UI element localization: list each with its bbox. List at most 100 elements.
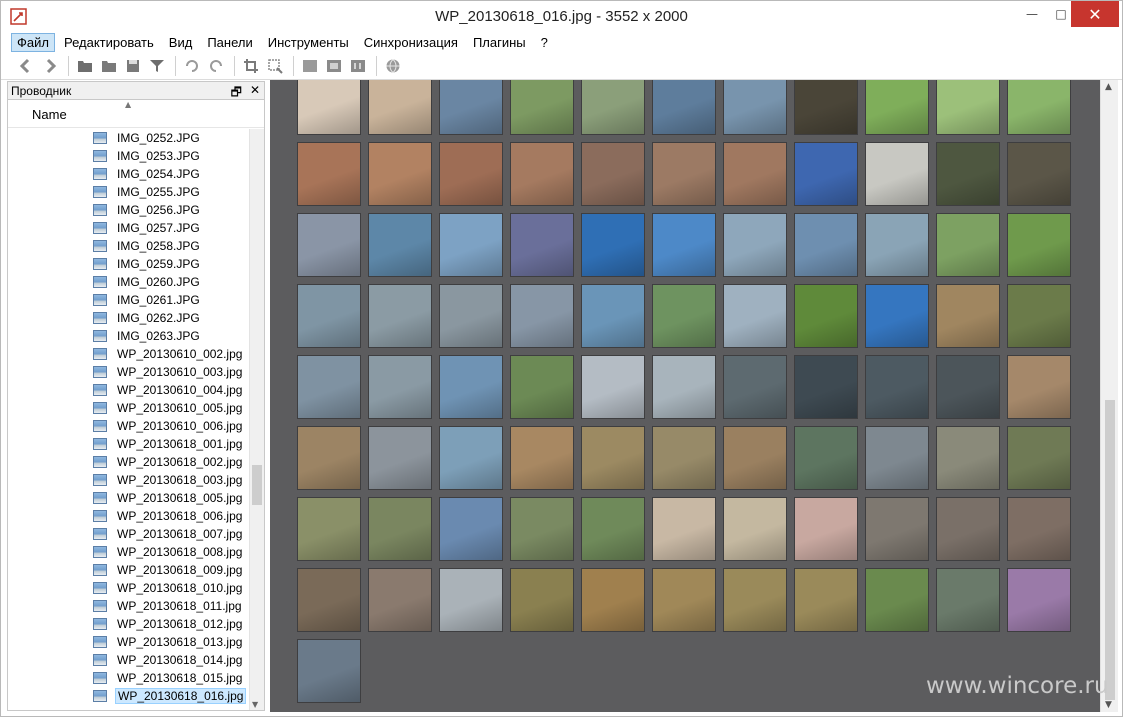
photo-thumbnail[interactable] <box>794 568 858 632</box>
file-list-item[interactable]: IMG_0263.JPG <box>8 327 248 345</box>
photo-thumbnail[interactable] <box>439 80 503 135</box>
photo-thumbnail[interactable] <box>510 426 574 490</box>
file-list-item[interactable]: IMG_0259.JPG <box>8 255 248 273</box>
menu-help[interactable]: ? <box>535 33 554 52</box>
file-list-item[interactable]: WP_20130618_010.jpg <box>8 579 248 597</box>
photo-thumbnail[interactable] <box>723 80 787 135</box>
photo-thumbnail[interactable] <box>581 355 645 419</box>
file-list-item[interactable]: WP_20130610_004.jpg <box>8 381 248 399</box>
photo-thumbnail[interactable] <box>1007 80 1071 135</box>
file-list-item[interactable]: WP_20130618_014.jpg <box>8 651 248 669</box>
photo-thumbnail[interactable] <box>865 284 929 348</box>
photo-thumbnail[interactable] <box>865 568 929 632</box>
photo-thumbnail[interactable] <box>439 142 503 206</box>
photo-thumbnail[interactable] <box>510 355 574 419</box>
photo-thumbnail[interactable] <box>297 639 361 703</box>
photo-thumbnail[interactable] <box>936 568 1000 632</box>
file-list-item[interactable]: IMG_0257.JPG <box>8 219 248 237</box>
back-arrow-icon[interactable] <box>15 55 37 77</box>
photo-thumbnail[interactable] <box>439 284 503 348</box>
file-list-item[interactable]: WP_20130618_003.jpg <box>8 471 248 489</box>
menu-view[interactable]: Вид <box>163 33 199 52</box>
photo-thumbnail[interactable] <box>794 497 858 561</box>
file-list-item[interactable]: WP_20130618_006.jpg <box>8 507 248 525</box>
photo-thumbnail[interactable] <box>865 426 929 490</box>
photo-thumbnail[interactable] <box>723 568 787 632</box>
file-list-item[interactable]: IMG_0252.JPG <box>8 129 248 147</box>
file-list-item[interactable]: WP_20130610_006.jpg <box>8 417 248 435</box>
photo-thumbnail[interactable] <box>723 284 787 348</box>
photo-thumbnail[interactable] <box>368 213 432 277</box>
photo-thumbnail[interactable] <box>510 497 574 561</box>
photo-thumbnail[interactable] <box>581 497 645 561</box>
photo-thumbnail[interactable] <box>297 80 361 135</box>
photo-thumbnail[interactable] <box>723 142 787 206</box>
photo-thumbnail[interactable] <box>510 80 574 135</box>
file-list-item[interactable]: WP_20130618_015.jpg <box>8 669 248 687</box>
menu-tools[interactable]: Инструменты <box>262 33 355 52</box>
menu-panels[interactable]: Панели <box>201 33 258 52</box>
resize-icon[interactable] <box>264 55 286 77</box>
file-list-item[interactable]: WP_20130618_001.jpg <box>8 435 248 453</box>
file-list-item[interactable]: WP_20130610_002.jpg <box>8 345 248 363</box>
file-list-item[interactable]: WP_20130618_009.jpg <box>8 561 248 579</box>
photo-thumbnail[interactable] <box>368 355 432 419</box>
file-list-item[interactable]: WP_20130618_013.jpg <box>8 633 248 651</box>
photo-thumbnail[interactable] <box>794 213 858 277</box>
photo-thumbnail[interactable] <box>794 80 858 135</box>
photo-thumbnail[interactable] <box>865 355 929 419</box>
menu-sync[interactable]: Синхронизация <box>358 33 464 52</box>
photo-thumbnail[interactable] <box>652 497 716 561</box>
photo-thumbnail[interactable] <box>723 426 787 490</box>
photo-thumbnail[interactable] <box>510 568 574 632</box>
photo-thumbnail[interactable] <box>297 497 361 561</box>
photo-thumbnail[interactable] <box>936 284 1000 348</box>
web-globe-icon[interactable] <box>382 55 404 77</box>
photo-thumbnail[interactable] <box>936 497 1000 561</box>
scroll-down-icon[interactable]: ▼ <box>252 700 258 709</box>
thumbnail-scrollbar[interactable]: ▲ ▼ <box>1100 80 1118 712</box>
photo-thumbnail[interactable] <box>439 213 503 277</box>
minimize-button[interactable]: — <box>1018 1 1046 27</box>
photo-thumbnail[interactable] <box>581 213 645 277</box>
photo-thumbnail[interactable] <box>936 426 1000 490</box>
photo-thumbnail[interactable] <box>510 213 574 277</box>
file-list-item[interactable]: WP_20130618_011.jpg <box>8 597 248 615</box>
save-icon[interactable] <box>122 55 144 77</box>
file-list-item[interactable]: IMG_0253.JPG <box>8 147 248 165</box>
photo-thumbnail[interactable] <box>936 80 1000 135</box>
photo-thumbnail[interactable] <box>368 426 432 490</box>
photo-thumbnail[interactable] <box>652 284 716 348</box>
scroll-down-icon[interactable]: ▼ <box>1105 700 1112 710</box>
photo-thumbnail[interactable] <box>297 213 361 277</box>
file-list-item[interactable]: IMG_0254.JPG <box>8 165 248 183</box>
column-header-name[interactable]: ▲ Name <box>8 100 264 128</box>
forward-arrow-icon[interactable] <box>39 55 61 77</box>
photo-thumbnail[interactable] <box>1007 213 1071 277</box>
photo-thumbnail[interactable] <box>368 284 432 348</box>
actual-size-icon[interactable] <box>347 55 369 77</box>
photo-thumbnail[interactable] <box>1007 284 1071 348</box>
rotate-right-icon[interactable] <box>205 55 227 77</box>
file-list-item[interactable]: IMG_0256.JPG <box>8 201 248 219</box>
menu-plugins[interactable]: Плагины <box>467 33 532 52</box>
crop-icon[interactable] <box>240 55 262 77</box>
explorer-scrollbar[interactable]: ▼ <box>249 129 264 710</box>
photo-thumbnail[interactable] <box>1007 568 1071 632</box>
photo-thumbnail[interactable] <box>865 497 929 561</box>
photo-thumbnail[interactable] <box>439 355 503 419</box>
file-list-item[interactable]: IMG_0262.JPG <box>8 309 248 327</box>
photo-thumbnail[interactable] <box>581 568 645 632</box>
photo-thumbnail[interactable] <box>1007 426 1071 490</box>
file-list-item[interactable]: IMG_0258.JPG <box>8 237 248 255</box>
photo-thumbnail[interactable] <box>865 213 929 277</box>
photo-thumbnail[interactable] <box>368 497 432 561</box>
photo-thumbnail[interactable] <box>652 213 716 277</box>
folder-icon[interactable] <box>98 55 120 77</box>
menu-file[interactable]: Файл <box>11 33 55 52</box>
photo-thumbnail[interactable] <box>723 355 787 419</box>
file-list-item[interactable]: WP_20130618_016.jpg <box>8 687 248 705</box>
photo-thumbnail[interactable] <box>297 426 361 490</box>
photo-thumbnail[interactable] <box>581 426 645 490</box>
photo-thumbnail[interactable] <box>439 568 503 632</box>
